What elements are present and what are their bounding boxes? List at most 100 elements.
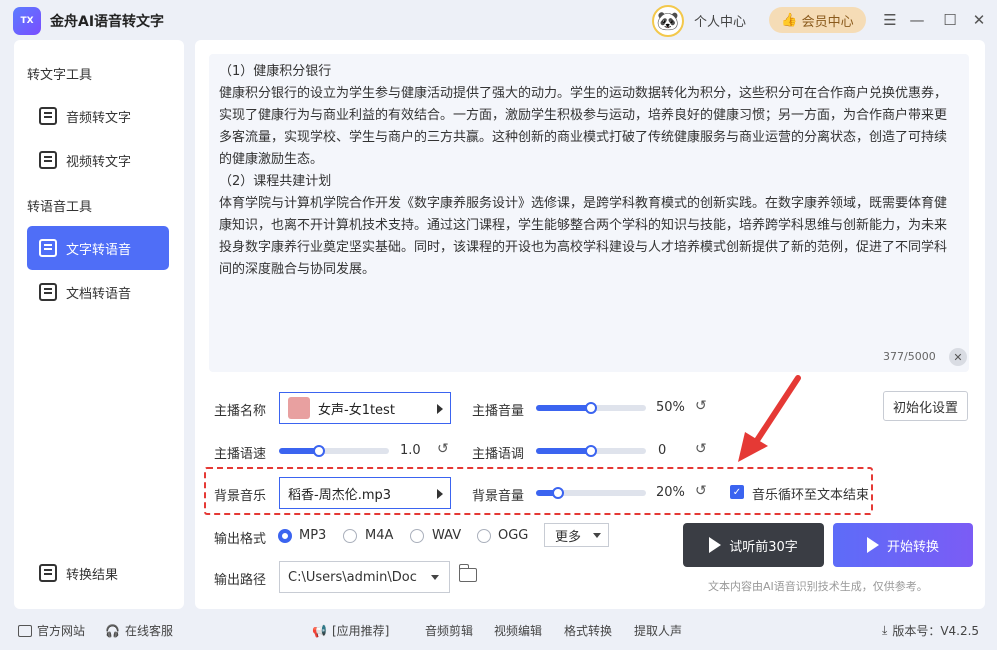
sidebar-item-label: 文字转语音: [66, 242, 132, 258]
app-logo: TX: [13, 7, 41, 35]
speed-label: 主播语速: [214, 447, 267, 462]
title-bar: TX 金舟AI语音转文字 🐼 个人中心 👍 会员中心 ☰ — ☐ ✕: [0, 0, 997, 40]
play-icon: [866, 537, 879, 553]
format-radio-ogg[interactable]: [477, 529, 491, 543]
init-settings-button[interactable]: 初始化设置: [883, 391, 968, 421]
app-title: 金舟AI语音转文字: [50, 14, 165, 30]
sidebar-item-label: 音频转文字: [66, 110, 132, 126]
footer-link-video-edit[interactable]: 视频编辑: [494, 622, 542, 639]
bgm-value: 稻香-周杰伦.mp3: [288, 487, 392, 503]
slider-thumb[interactable]: [312, 445, 325, 457]
slider-thumb[interactable]: [585, 445, 597, 457]
bgm-volume-slider[interactable]: [536, 487, 646, 499]
bgm-label: 背景音乐: [214, 489, 267, 504]
char-counter: 377/5000: [883, 350, 936, 363]
service-label: 在线客服: [124, 624, 173, 638]
slider-thumb[interactable]: [552, 487, 564, 499]
output-path-select[interactable]: C:\Users\admin\Doc: [279, 561, 450, 593]
version-info: ⤓ 版本号：V4.2.5: [882, 622, 979, 639]
maximize-icon[interactable]: ☐: [940, 10, 960, 30]
recommend-label: [应用推荐]: [331, 624, 390, 638]
sidebar-section-title: 转语音工具: [27, 200, 93, 215]
sidebar-item-results[interactable]: 转换结果: [27, 551, 169, 595]
official-website-link[interactable]: 官方网站: [18, 622, 85, 639]
format-radio-mp3[interactable]: [278, 529, 292, 543]
text-editor[interactable]: （1）健康积分银行 健康积分银行的设立为学生参与健康活动提供了强大的动力。学生的…: [209, 54, 969, 372]
video-text-icon: [39, 151, 57, 169]
close-icon[interactable]: ✕: [969, 10, 989, 30]
chevron-down-icon: [593, 533, 601, 538]
start-label: 开始转换: [886, 539, 939, 555]
sidebar-item-label: 文档转语音: [66, 286, 132, 302]
disclaimer-text: 文本内容由AI语音识别技术生成，仅供参考。: [708, 580, 928, 593]
main-panel: （1）健康积分银行 健康积分银行的设立为学生参与健康活动提供了强大的动力。学生的…: [195, 40, 985, 609]
editor-paragraph: （1）健康积分银行: [219, 64, 332, 79]
footer-link-format-convert[interactable]: 格式转换: [564, 622, 612, 639]
sidebar-item-document-to-speech[interactable]: 文档转语音: [27, 270, 169, 314]
menu-icon[interactable]: ☰: [880, 10, 900, 30]
bgm-volume-label: 背景音量: [472, 489, 525, 504]
clear-text-icon[interactable]: ✕: [949, 348, 967, 366]
loop-label: 音乐循环至文本结束: [752, 488, 870, 503]
bgm-volume-value: 20%: [656, 485, 685, 500]
path-value: C:\Users\admin\Doc: [288, 569, 417, 585]
results-icon: [39, 564, 57, 582]
folder-icon[interactable]: [459, 564, 477, 582]
sidebar-item-video-to-text[interactable]: 视频转文字: [27, 138, 169, 182]
format-radio-m4a[interactable]: [343, 529, 357, 543]
text-speech-icon: [39, 239, 57, 257]
monitor-icon: [18, 624, 32, 637]
reset-icon[interactable]: ↺: [695, 441, 707, 457]
slider-fill: [536, 405, 591, 411]
bgm-select[interactable]: 稻香-周杰伦.mp3: [279, 477, 451, 509]
format-option-label: MP3: [299, 528, 327, 543]
minimize-icon[interactable]: —: [907, 10, 927, 30]
sidebar-item-audio-to-text[interactable]: 音频转文字: [27, 94, 169, 138]
reset-icon[interactable]: ↺: [695, 398, 707, 414]
online-service-link[interactable]: 🎧 在线客服: [105, 622, 173, 639]
megaphone-icon: 📢: [312, 623, 327, 638]
more-formats-select[interactable]: 更多: [544, 523, 609, 547]
preview-button[interactable]: 试听前30字: [683, 523, 824, 567]
reset-icon[interactable]: ↺: [695, 483, 707, 499]
anchor-value: 女声-女1test: [318, 402, 395, 418]
sidebar-item-label: 视频转文字: [66, 154, 132, 170]
audio-text-icon: [39, 107, 57, 125]
more-label: 更多: [555, 529, 582, 545]
reset-icon[interactable]: ↺: [437, 441, 449, 457]
slider-thumb[interactable]: [585, 402, 597, 414]
volume-label: 主播音量: [472, 404, 525, 419]
version-label: 版本号：V4.2.5: [892, 624, 980, 638]
footer-link-extract-voice[interactable]: 提取人声: [634, 622, 682, 639]
anchor-avatar: [288, 397, 310, 419]
format-label: 输出格式: [214, 532, 267, 547]
vip-label: 会员中心: [801, 14, 854, 30]
chevron-down-icon: [431, 575, 439, 580]
headset-icon: 🎧: [105, 623, 120, 638]
download-icon: ⤓: [882, 623, 888, 637]
anchor-select[interactable]: 女声-女1test: [279, 392, 451, 424]
avatar[interactable]: 🐼: [652, 5, 684, 37]
chevron-right-icon: [437, 404, 443, 414]
footer-link-audio-edit[interactable]: 音频剪辑: [425, 622, 473, 639]
thumb-up-icon: 👍: [781, 12, 798, 28]
format-option-label: OGG: [498, 528, 529, 543]
pitch-slider[interactable]: [536, 445, 646, 457]
loop-checkbox[interactable]: ✓: [730, 485, 744, 499]
pitch-label: 主播语调: [472, 447, 525, 462]
website-label: 官方网站: [37, 624, 86, 638]
format-option-label: M4A: [365, 528, 394, 543]
pitch-value: 0: [658, 443, 667, 458]
format-radio-wav[interactable]: [410, 529, 424, 543]
sidebar-item-text-to-speech[interactable]: 文字转语音: [27, 226, 169, 270]
editor-paragraph: （2）课程共建计划: [219, 174, 332, 189]
speed-value: 1.0: [400, 443, 421, 458]
speed-slider[interactable]: [279, 445, 389, 457]
sidebar-section-title: 转文字工具: [27, 68, 93, 83]
recommend-link[interactable]: 📢 [应用推荐]: [312, 622, 389, 639]
slider-fill: [536, 448, 591, 454]
volume-slider[interactable]: [536, 402, 646, 414]
start-convert-button[interactable]: 开始转换: [833, 523, 973, 567]
vip-center-button[interactable]: 👍 会员中心: [769, 7, 866, 33]
personal-center-link[interactable]: 个人中心: [694, 11, 746, 30]
